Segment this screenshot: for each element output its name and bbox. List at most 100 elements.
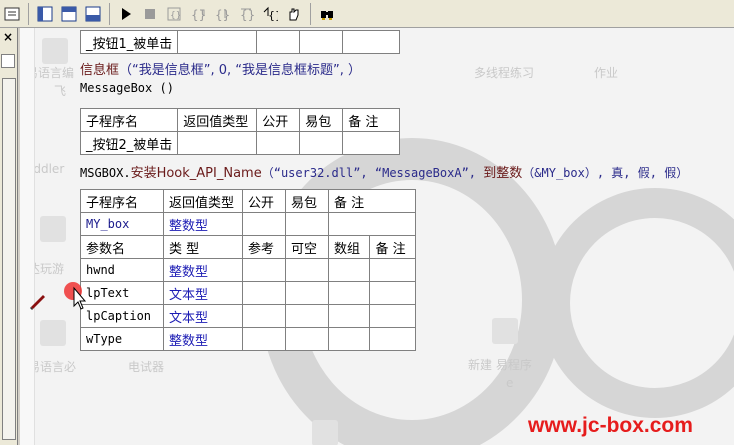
view-icon[interactable] <box>1 3 23 25</box>
package-cell[interactable] <box>299 131 344 155</box>
step-icon-2[interactable]: {} <box>187 3 209 25</box>
public-cell[interactable] <box>256 30 301 54</box>
arg-rest: （&MY_box）, 真, 假, 假） <box>522 166 689 180</box>
step-icon-3[interactable]: {} <box>211 3 233 25</box>
toolbar-separator <box>310 2 311 25</box>
package-cell[interactable] <box>285 212 329 236</box>
param-remark-cell[interactable] <box>369 281 416 305</box>
step-icon-5[interactable]: {} <box>259 3 281 25</box>
param-remark-cell[interactable] <box>369 258 416 282</box>
return-type-cell[interactable] <box>177 131 258 155</box>
desktop-label: 易语言必 <box>28 360 77 374</box>
header-sub-name: 子程序名 <box>80 189 164 213</box>
remark-cell[interactable] <box>328 212 416 236</box>
toolbar-separator <box>109 2 110 25</box>
function-args: （“我是信息框”, 0, “我是信息框标题”, ） <box>119 63 362 78</box>
step-icon-4[interactable]: {} <box>235 3 257 25</box>
header-return-type: 返回值类型 <box>177 108 258 132</box>
pen-icon[interactable] <box>28 290 48 310</box>
layout-icon-3[interactable] <box>82 3 104 25</box>
close-icon[interactable]: × <box>3 30 13 44</box>
param-remark-cell[interactable] <box>369 327 416 351</box>
desktop-label: 新建 易程序 <box>468 358 532 372</box>
header-package: 易包 <box>299 108 344 132</box>
param-name-cell[interactable]: hwnd <box>80 258 164 282</box>
desktop-shortcut-icon <box>312 420 338 445</box>
background-swirl <box>540 188 734 418</box>
run-icon[interactable] <box>115 3 137 25</box>
param-type-cell[interactable]: 整数型 <box>163 327 243 351</box>
cursor-icon <box>64 282 87 310</box>
sub-name-cell[interactable]: _按钮2_被单击 <box>79 131 179 155</box>
param-nullable-cell[interactable] <box>285 258 329 282</box>
step-icon-1[interactable]: {} <box>163 3 185 25</box>
convert-function: 到整数 <box>483 166 523 181</box>
remark-cell[interactable] <box>342 131 401 155</box>
editor-gutter <box>20 28 35 445</box>
desktop-shortcut-icon <box>40 216 66 242</box>
pin-icon[interactable] <box>1 54 15 68</box>
return-type-cell[interactable]: 整数型 <box>163 212 243 236</box>
header-remark: 备 注 <box>328 189 416 213</box>
brand-watermark: www.jc-box.com <box>528 414 693 437</box>
param-row: hwnd 整数型 <box>80 258 416 282</box>
param-nullable-cell[interactable] <box>285 327 329 351</box>
code-line-messagebox-api[interactable]: MessageBox () <box>80 81 174 95</box>
sub-name-cell[interactable]: _按钮1_被单击 <box>79 30 179 54</box>
header-sub-name: 子程序名 <box>79 108 179 132</box>
param-name-cell[interactable]: wType <box>80 327 164 351</box>
svg-text:{}: {} <box>170 11 181 21</box>
desktop-label: 多线程练习 <box>474 66 535 80</box>
param-type-cell[interactable]: 文本型 <box>163 281 243 305</box>
function-name: 信息框 <box>80 63 120 78</box>
layout-icon-1[interactable] <box>34 3 56 25</box>
param-nullable-cell[interactable] <box>285 304 329 328</box>
desktop-label: 电试器 <box>128 360 165 374</box>
package-cell[interactable] <box>299 30 344 54</box>
sub-table-mybox: 子程序名 返回值类型 公开 易包 备 注 MY_box 整数型 参数名 类 型 … <box>80 189 416 351</box>
param-array-cell[interactable] <box>327 281 371 305</box>
param-remark-cell[interactable] <box>369 304 416 328</box>
sub-table-button2: 子程序名 返回值类型 公开 易包 备 注 _按钮2_被单击 <box>79 108 401 155</box>
stop-icon[interactable] <box>139 3 161 25</box>
public-cell[interactable] <box>256 131 301 155</box>
param-reference-cell[interactable] <box>242 258 286 282</box>
header-param-name: 参数名 <box>80 235 164 259</box>
find-icon[interactable] <box>316 3 338 25</box>
param-nullable-cell[interactable] <box>285 281 329 305</box>
param-reference-cell[interactable] <box>242 281 286 305</box>
header-public: 公开 <box>242 189 286 213</box>
param-type-cell[interactable]: 整数型 <box>163 258 243 282</box>
param-reference-cell[interactable] <box>242 327 286 351</box>
sub-name-cell[interactable]: MY_box <box>80 212 164 236</box>
param-array-cell[interactable] <box>327 258 371 282</box>
public-cell[interactable] <box>242 212 286 236</box>
hand-icon[interactable] <box>283 3 305 25</box>
code-line-messagebox[interactable]: 信息框（“我是信息框”, 0, “我是信息框标题”, ） <box>80 59 361 78</box>
layout-icon-2[interactable] <box>58 3 80 25</box>
param-array-cell[interactable] <box>327 327 371 351</box>
desktop-label: 飞 <box>54 84 67 98</box>
header-param-type: 类 型 <box>163 235 243 259</box>
function-name: 安装Hook_API_Name <box>130 166 262 181</box>
param-name-cell[interactable]: lpText <box>80 281 164 305</box>
remark-cell[interactable] <box>342 30 401 54</box>
code-line-install-hook[interactable]: MSGBOX.安装Hook_API_Name（“user32.dll”, “Me… <box>80 162 688 181</box>
vertical-scrollbar[interactable] <box>2 78 16 440</box>
header-package: 易包 <box>285 189 329 213</box>
svg-text:{}: {} <box>240 8 254 22</box>
param-reference-cell[interactable] <box>242 304 286 328</box>
header-param-remark: 备 注 <box>369 235 416 259</box>
header-array: 数组 <box>327 235 371 259</box>
return-type-cell[interactable] <box>177 30 258 54</box>
desktop-label: e <box>506 376 514 390</box>
code-editor[interactable]: 易语言编 飞 Fiddler 达玩游 易语言必 电试器 多线程练习 作业 新建 … <box>20 28 734 445</box>
toolbar-separator <box>28 2 29 25</box>
param-type-cell[interactable]: 文本型 <box>163 304 243 328</box>
param-row: lpCaption 文本型 <box>80 304 416 328</box>
svg-text:{}: {} <box>268 9 278 22</box>
arg-api: “MessageBoxA”, <box>374 166 477 180</box>
param-name-cell[interactable]: lpCaption <box>80 304 164 328</box>
param-array-cell[interactable] <box>327 304 371 328</box>
object-prefix: MSGBOX. <box>80 166 131 180</box>
